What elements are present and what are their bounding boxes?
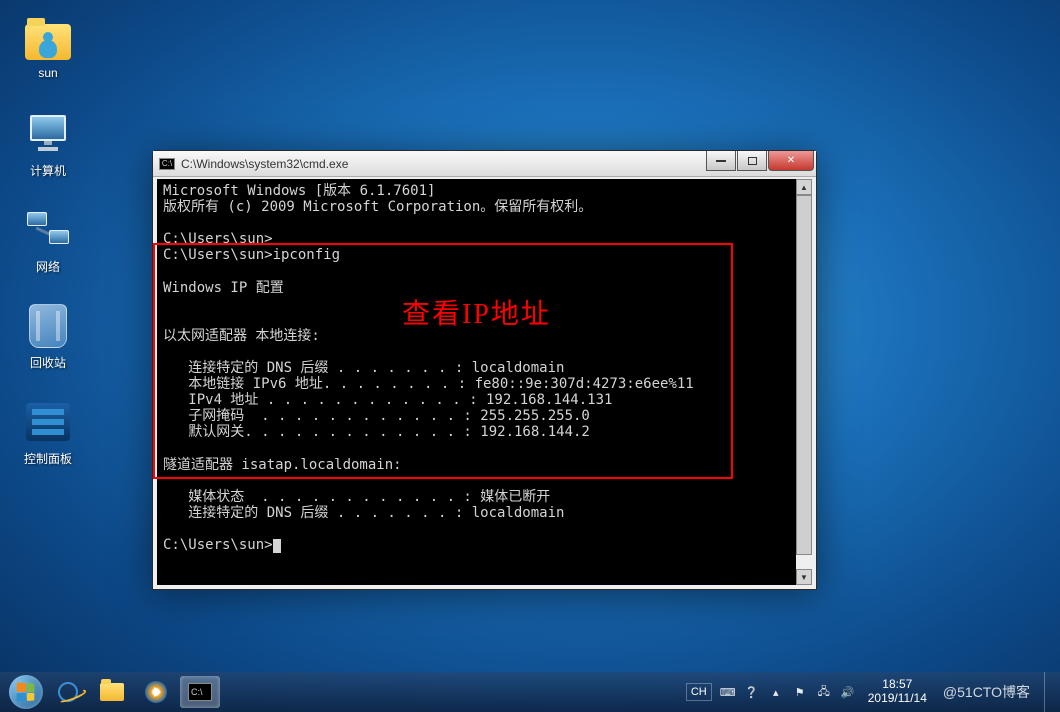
- terminal-line: [163, 441, 806, 457]
- scrollbar[interactable]: ▲ ▼: [796, 179, 812, 585]
- terminal-line: 以太网适配器 本地连接:: [163, 328, 806, 344]
- terminal-line: [163, 473, 806, 489]
- terminal-prompt: C:\Users\sun>: [163, 537, 806, 553]
- scroll-up-icon[interactable]: ▲: [796, 179, 812, 195]
- terminal-line: Windows IP 配置: [163, 280, 806, 296]
- terminal-line: [163, 215, 806, 231]
- cmd-titlebar-icon: C:\: [159, 158, 175, 170]
- desktop-icon-control-panel[interactable]: 控制面板: [10, 398, 86, 467]
- terminal-line: 连接特定的 DNS 后缀 . . . . . . . : localdomain: [163, 505, 806, 521]
- scroll-thumb[interactable]: [796, 195, 812, 555]
- maximize-button[interactable]: [737, 151, 767, 171]
- terminal-line: [163, 263, 806, 279]
- desktop-icon-sun[interactable]: sun: [10, 14, 86, 80]
- internet-explorer-icon: [56, 682, 80, 702]
- network-icon: [24, 206, 72, 254]
- start-button[interactable]: [6, 672, 46, 712]
- cmd-window[interactable]: C:\ C:\Windows\system32\cmd.exe ✕ Micros…: [152, 150, 817, 590]
- clock-time: 18:57: [868, 678, 927, 692]
- computer-icon: [24, 110, 72, 158]
- terminal-line: 连接特定的 DNS 后缀 . . . . . . . : localdomain: [163, 360, 806, 376]
- control-panel-icon: [24, 398, 72, 446]
- icon-label: sun: [10, 66, 86, 80]
- titlebar[interactable]: C:\ C:\Windows\system32\cmd.exe ✕: [153, 151, 816, 177]
- watermark-text: @51CTO博客: [943, 682, 1030, 702]
- volume-icon[interactable]: 🔊: [840, 684, 856, 700]
- terminal-line: [163, 521, 806, 537]
- taskbar-item-media-player[interactable]: [136, 676, 176, 708]
- folder-user-icon: [24, 14, 72, 62]
- terminal-line: 默认网关. . . . . . . . . . . . . : 192.168.…: [163, 424, 806, 440]
- terminal-line: 本地链接 IPv6 地址. . . . . . . . : fe80::9e:3…: [163, 376, 806, 392]
- terminal-line: Microsoft Windows [版本 6.1.7601]: [163, 183, 806, 199]
- close-button[interactable]: ✕: [768, 151, 814, 171]
- help-icon[interactable]: ❔: [744, 684, 760, 700]
- terminal-line: [163, 296, 806, 312]
- recycle-bin-icon: [24, 302, 72, 350]
- cursor-icon: [273, 539, 281, 553]
- terminal-line: [163, 344, 806, 360]
- desktop-icon-computer[interactable]: 计算机: [10, 110, 86, 179]
- terminal-line: IPv4 地址 . . . . . . . . . . . . : 192.16…: [163, 392, 806, 408]
- network-tray-icon[interactable]: 🖧: [816, 684, 832, 700]
- windows-logo-icon: [9, 675, 43, 709]
- media-player-icon: [144, 682, 168, 702]
- chevron-up-icon[interactable]: ▴: [768, 684, 784, 700]
- icon-label: 回收站: [10, 354, 86, 371]
- cmd-icon: C:\: [188, 682, 212, 702]
- desktop: sun 计算机 网络 回收站 控制面板 C:\ C:\Windows\syste…: [0, 0, 1060, 672]
- file-explorer-icon: [100, 682, 124, 702]
- terminal-line: 隧道适配器 isatap.localdomain:: [163, 457, 806, 473]
- terminal-line: C:\Users\sun>ipconfig: [163, 247, 806, 263]
- scroll-down-icon[interactable]: ▼: [796, 569, 812, 585]
- show-desktop-button[interactable]: [1044, 672, 1054, 712]
- taskbar-item-explorer[interactable]: [92, 676, 132, 708]
- icon-label: 计算机: [10, 162, 86, 179]
- system-tray: CH ⌨ ❔ ▴ ⚑ 🖧 🔊 18:57 2019/11/14 @51CTO博客: [686, 672, 1054, 712]
- window-title: C:\Windows\system32\cmd.exe: [181, 157, 348, 171]
- keyboard-icon[interactable]: ⌨: [720, 684, 736, 700]
- language-indicator[interactable]: CH: [686, 683, 712, 701]
- icon-label: 控制面板: [10, 450, 86, 467]
- terminal-line: 子网掩码 . . . . . . . . . . . . : 255.255.2…: [163, 408, 806, 424]
- terminal-line: 版权所有 (c) 2009 Microsoft Corporation。保留所有…: [163, 199, 806, 215]
- minimize-button[interactable]: [706, 151, 736, 171]
- taskbar-item-ie[interactable]: [48, 676, 88, 708]
- taskbar-item-cmd[interactable]: C:\: [180, 676, 220, 708]
- clock[interactable]: 18:57 2019/11/14: [868, 678, 927, 706]
- terminal-line: 媒体状态 . . . . . . . . . . . . : 媒体已断开: [163, 489, 806, 505]
- icon-label: 网络: [10, 258, 86, 275]
- clock-date: 2019/11/14: [868, 692, 927, 706]
- action-center-icon[interactable]: ⚑: [792, 684, 808, 700]
- terminal-line: [163, 312, 806, 328]
- desktop-icon-recycle-bin[interactable]: 回收站: [10, 302, 86, 371]
- taskbar: C:\ CH ⌨ ❔ ▴ ⚑ 🖧 🔊 18:57 2019/11/14 @51C…: [0, 672, 1060, 712]
- desktop-icon-network[interactable]: 网络: [10, 206, 86, 275]
- terminal-output[interactable]: Microsoft Windows [版本 6.1.7601] 版权所有 (c)…: [157, 179, 812, 585]
- terminal-line: C:\Users\sun>: [163, 231, 806, 247]
